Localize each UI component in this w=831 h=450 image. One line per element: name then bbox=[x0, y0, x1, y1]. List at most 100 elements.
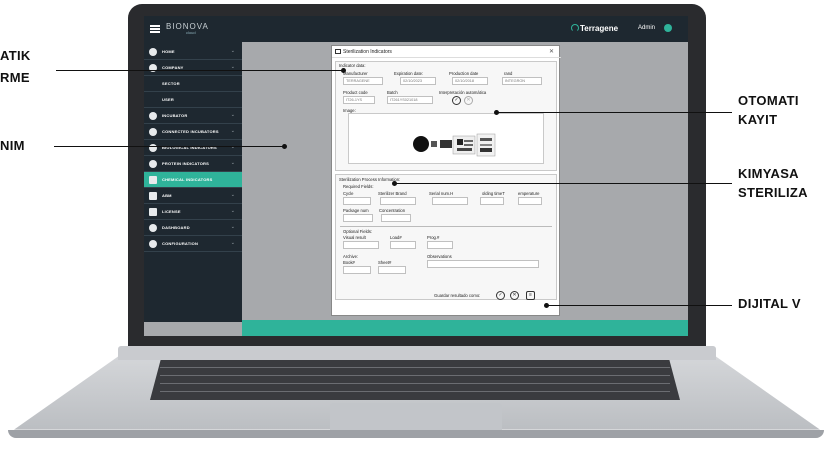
sterilizer-brand-field[interactable] bbox=[380, 197, 416, 205]
cycle-label: Cycle bbox=[343, 191, 354, 196]
sidebar-item-dashboard[interactable]: DASHBOARD ⌄ bbox=[144, 220, 242, 236]
sidebar-item-sector[interactable]: SECTOR bbox=[144, 76, 242, 92]
abm-icon bbox=[149, 191, 157, 200]
save-as-label: Guardar resultado como: bbox=[434, 293, 481, 298]
batch-field[interactable]: IT261YS021018 bbox=[387, 96, 433, 104]
brand-name: Terragene bbox=[580, 24, 619, 33]
trash-icon[interactable]: ≡ bbox=[526, 291, 535, 300]
app-logo-sub: cloud bbox=[186, 30, 196, 35]
product-code-label: Product code bbox=[343, 90, 368, 95]
load-label: Load# bbox=[390, 235, 402, 240]
trackpad bbox=[330, 403, 502, 433]
sidebar-item-home[interactable]: HOME ⌄ bbox=[144, 44, 242, 60]
product-code-field[interactable]: IT26-1YS bbox=[343, 96, 375, 104]
divider bbox=[340, 226, 552, 227]
sidebar: HOME ⌄ COMPANY ⌄ SECTOR USER INCUBATOR ⌄ CO… bbox=[144, 42, 242, 322]
indicator-image bbox=[348, 113, 544, 164]
archive-label: Archive: bbox=[343, 254, 359, 259]
brand-field[interactable]: INTEGRON bbox=[502, 77, 542, 85]
chevron-down-icon: ⌄ bbox=[230, 144, 235, 150]
gear-icon bbox=[149, 239, 157, 248]
sidebar-item-chemical-indicators[interactable]: CHEMICAL INDICATORS bbox=[144, 172, 242, 188]
callout-dot bbox=[282, 144, 287, 149]
concentration-field[interactable] bbox=[381, 214, 411, 222]
callout-line bbox=[396, 183, 732, 184]
holding-time-field[interactable] bbox=[480, 197, 504, 205]
package-field[interactable] bbox=[343, 214, 373, 222]
prog-field[interactable] bbox=[427, 241, 453, 249]
brand-label: rand bbox=[504, 71, 513, 76]
load-field[interactable] bbox=[390, 241, 416, 249]
expiration-field[interactable]: 02/10/2023 bbox=[400, 77, 436, 85]
chemical-icon bbox=[149, 175, 157, 184]
callout-line bbox=[498, 112, 732, 113]
close-icon[interactable]: ✕ bbox=[549, 48, 554, 55]
chevron-down-icon: ⌄ bbox=[230, 224, 235, 230]
prog-label: Prog.# bbox=[427, 235, 440, 240]
chevron-down-icon: ⌄ bbox=[230, 48, 235, 54]
sidebar-item-user[interactable]: USER bbox=[144, 92, 242, 108]
book-field[interactable] bbox=[343, 266, 371, 274]
user-avatar-icon[interactable] bbox=[664, 24, 672, 32]
nav-label: DASHBOARD bbox=[162, 225, 190, 230]
temperature-field[interactable] bbox=[518, 197, 542, 205]
sidebar-item-company[interactable]: COMPANY ⌄ bbox=[144, 60, 242, 76]
key-row bbox=[160, 383, 670, 384]
sheet-label: Sheet# bbox=[378, 260, 392, 265]
serial-label: Serial num.H bbox=[429, 191, 454, 196]
concentration-label: Concentration bbox=[379, 208, 406, 213]
sheet-field[interactable] bbox=[378, 266, 406, 274]
home-icon bbox=[149, 47, 157, 56]
callout-line bbox=[548, 305, 732, 306]
save-reject-icon[interactable]: ✕ bbox=[510, 291, 519, 300]
dashboard-icon bbox=[149, 223, 157, 232]
manufacturer-field[interactable]: TERRAGENE bbox=[343, 77, 383, 85]
key-row bbox=[160, 375, 670, 376]
menu-icon[interactable] bbox=[150, 25, 160, 33]
stage: BIONOVA cloud Terragene Admin HOME ⌄ COMP… bbox=[0, 0, 831, 450]
callout-right-3: DIJITAL V bbox=[738, 296, 801, 311]
nav-label: PROTEIN INDICATORS bbox=[162, 161, 210, 166]
key-row bbox=[160, 391, 670, 392]
visual-result-select[interactable] bbox=[343, 241, 379, 249]
sidebar-item-incubator[interactable]: INCUBATOR ⌄ bbox=[144, 108, 242, 124]
cycle-field[interactable] bbox=[343, 197, 371, 205]
check-icon[interactable]: ✓ bbox=[452, 96, 461, 105]
callout-right-2a: KIMYASA bbox=[738, 166, 799, 181]
save-ok-icon[interactable]: ✓ bbox=[496, 291, 505, 300]
sidebar-item-connected-incubators[interactable]: CONNECTED INCUBATORS ⌄ bbox=[144, 124, 242, 140]
nav-label: CHEMICAL INDICATORS bbox=[162, 177, 213, 182]
book-label: Book# bbox=[343, 260, 355, 265]
sidebar-item-abm[interactable]: ABM ⌄ bbox=[144, 188, 242, 204]
callout-line bbox=[56, 70, 343, 71]
expiration-label: Expiration date: bbox=[394, 71, 424, 76]
observations-field[interactable] bbox=[427, 260, 539, 268]
footer-bar bbox=[242, 320, 688, 336]
nav-label: CONFIGURATION bbox=[162, 241, 199, 246]
sterilizer-brand-label: Sterilizer Brand bbox=[378, 191, 407, 196]
connected-icon bbox=[149, 127, 157, 136]
serial-field[interactable] bbox=[432, 197, 468, 205]
sidebar-item-biological-indicators[interactable]: BIOLOGICAL INDICATORS ⌄ bbox=[144, 140, 242, 156]
callout-left-top-1: ATIK bbox=[0, 48, 31, 63]
user-name[interactable]: Admin bbox=[638, 25, 655, 31]
nav-label: SECTOR bbox=[162, 81, 180, 86]
callout-right-1a: OTOMATI bbox=[738, 93, 799, 108]
visual-result-label: Visual result bbox=[343, 235, 366, 240]
sidebar-item-license[interactable]: LICENSE ⌄ bbox=[144, 204, 242, 220]
callout-dot bbox=[544, 303, 549, 308]
sidebar-item-configuration[interactable]: CONFIGURATION ⌄ bbox=[144, 236, 242, 252]
brand-icon bbox=[571, 24, 579, 32]
reject-icon[interactable]: ✕ bbox=[464, 96, 473, 105]
indicator-strip-illustration bbox=[413, 133, 496, 157]
chevron-down-icon: ⌄ bbox=[230, 208, 235, 214]
nav-label: INCUBATOR bbox=[162, 113, 188, 118]
temperature-label: emperature bbox=[518, 191, 540, 196]
laptop-edge bbox=[8, 430, 824, 438]
callout-dot bbox=[341, 68, 346, 73]
process-section-title: Sterilization Process Information: bbox=[339, 177, 401, 182]
sidebar-item-protein-indicators[interactable]: PROTEIN INDICATORS ⌄ bbox=[144, 156, 242, 172]
callout-line bbox=[54, 146, 284, 147]
chevron-down-icon: ⌄ bbox=[230, 128, 235, 134]
production-field[interactable]: 02/10/2018 bbox=[452, 77, 488, 85]
